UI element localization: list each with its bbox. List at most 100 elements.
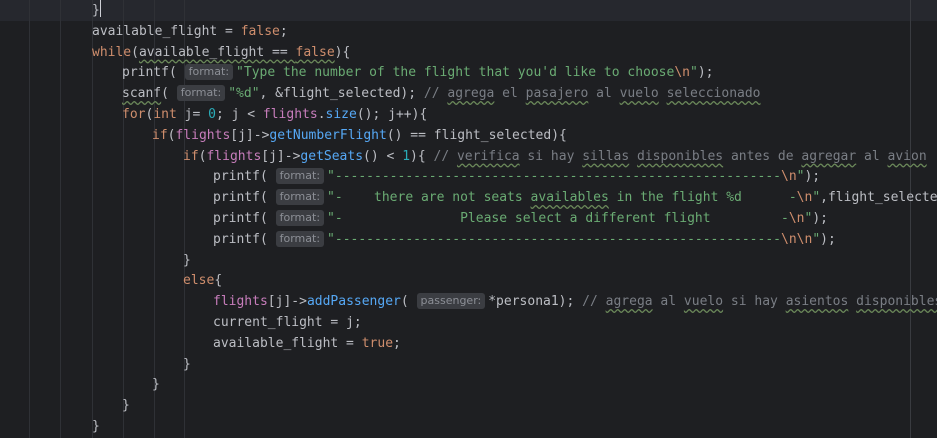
code-token: si hay <box>519 148 583 164</box>
code-token: \n <box>674 65 690 81</box>
code-line[interactable]: } <box>92 416 100 437</box>
code-token: size <box>325 107 357 122</box>
code-token: vuelo <box>619 86 659 102</box>
code-token: "---------------------------------------… <box>327 231 781 247</box>
code-token: { <box>214 273 223 289</box>
code-line[interactable]: current_flight = j; <box>213 312 362 333</box>
code-line[interactable]: printf( format: "- Please select a differ… <box>213 208 828 229</box>
parameter-hint: format: <box>275 230 325 247</box>
parameter-hint: format: <box>275 189 325 206</box>
code-token: \n <box>796 190 813 206</box>
code-line[interactable]: if(flights[j]->getSeats() < 1){ // verif… <box>183 146 927 167</box>
code-token: avion <box>887 148 927 164</box>
code-token: " <box>812 231 821 247</box>
parameter-hint: format: <box>275 210 325 226</box>
code-token: "---------------------------------------… <box>327 169 781 185</box>
code-token: ){ <box>410 148 434 164</box>
code-token: } <box>183 356 191 372</box>
code-token: agregar <box>801 148 857 164</box>
code-token: } <box>92 3 100 18</box>
code-token: printf <box>213 169 260 185</box>
code-token: 1 <box>402 148 411 164</box>
code-token: flights <box>206 148 262 164</box>
code-line[interactable]: scanf( format: "%d", &flight_selected); /… <box>122 83 761 104</box>
code-token: availables <box>530 190 609 206</box>
code-line[interactable]: available_flight = true; <box>213 333 401 354</box>
code-token: [j]-> <box>267 294 307 310</box>
code-token: 0 <box>208 107 216 122</box>
code-token: al <box>588 86 620 102</box>
code-line[interactable]: available_flight = false; <box>92 21 288 42</box>
code-token: ( <box>259 169 276 185</box>
code-token: *persona1); <box>488 294 583 310</box>
code-token: flights <box>213 294 268 310</box>
code-line[interactable]: else{ <box>183 270 222 291</box>
code-token: agrega <box>605 294 653 310</box>
code-token: ( <box>168 65 185 81</box>
code-token: true <box>361 335 394 351</box>
code-token: ); <box>697 65 714 81</box>
code-token: while <box>92 44 132 60</box>
parameter-hint: passenger: <box>416 293 486 310</box>
code-line[interactable]: while(available_flight == false){ <box>92 42 350 63</box>
code-line[interactable]: } <box>92 0 101 21</box>
code-line[interactable]: for(int j= 0; j < flights.size(); j++){ <box>122 104 427 125</box>
code-token: printf <box>122 65 169 81</box>
code-token: ; <box>393 335 401 351</box>
code-line[interactable]: flights[j]->addPassenger( passenger: *per… <box>213 291 937 312</box>
code-token: "- there are not seats <box>327 190 531 206</box>
code-token: "Type the number of the flight that you'… <box>236 65 675 81</box>
code-token: ( <box>131 44 139 60</box>
code-token: addPassenger <box>306 294 401 310</box>
code-token: getSeats <box>300 148 364 164</box>
code-line[interactable]: if(flights[j]->getNumberFlight() == flig… <box>152 125 567 146</box>
code-token: ( <box>161 86 177 102</box>
code-token: (); j++){ <box>356 107 428 122</box>
code-token: available_flight == <box>138 44 296 60</box>
code-token: disponibles <box>637 148 724 164</box>
code-token: // <box>433 148 457 164</box>
code-token: "- Please select a different flight - <box>327 211 789 226</box>
code-token: ; j < <box>215 107 263 122</box>
code-line[interactable]: printf( format: "------------------------… <box>213 166 820 187</box>
code-token: agrega <box>447 86 495 102</box>
parameter-hint: format: <box>184 64 234 81</box>
code-token: flights <box>262 107 318 122</box>
code-token: if <box>183 148 199 164</box>
code-token: } <box>92 419 100 434</box>
code-line[interactable]: } <box>183 354 191 375</box>
code-token: for <box>122 107 146 122</box>
indent-guide <box>92 0 93 438</box>
code-line[interactable]: printf( format: "------------------------… <box>213 229 836 250</box>
code-token: printf <box>213 211 260 226</box>
code-line[interactable]: } <box>122 395 130 416</box>
code-token: // <box>423 86 448 102</box>
code-token: } <box>122 398 130 414</box>
code-token: [j]-> <box>261 148 301 164</box>
text-cursor <box>99 0 101 17</box>
code-token: ){ <box>334 44 351 60</box>
code-line[interactable]: printf( format: "- there are not seats av… <box>213 187 937 208</box>
code-token: } <box>183 252 191 268</box>
right-margin-guide <box>910 0 911 438</box>
code-token: " <box>690 65 698 81</box>
code-token: printf <box>213 190 260 206</box>
code-token: al <box>856 148 888 164</box>
code-token: el <box>494 86 526 102</box>
code-token: available_flight = <box>213 335 362 351</box>
code-line[interactable]: printf( format: "Type the number of the f… <box>122 62 713 83</box>
code-token: false <box>240 23 280 39</box>
code-token: ); <box>804 169 821 185</box>
code-token: . <box>317 107 326 122</box>
code-line[interactable]: } <box>152 374 160 395</box>
code-token: getNumberFlight <box>269 127 387 143</box>
code-token: available_flight = <box>92 23 241 39</box>
code-token: ); <box>812 211 828 226</box>
code-token: if <box>152 127 168 143</box>
code-token: \n <box>788 211 805 226</box>
code-editor[interactable]: } available_flight = false; while(availabl… <box>0 0 937 438</box>
code-token: ( <box>259 231 276 247</box>
code-line[interactable]: } <box>183 250 191 271</box>
